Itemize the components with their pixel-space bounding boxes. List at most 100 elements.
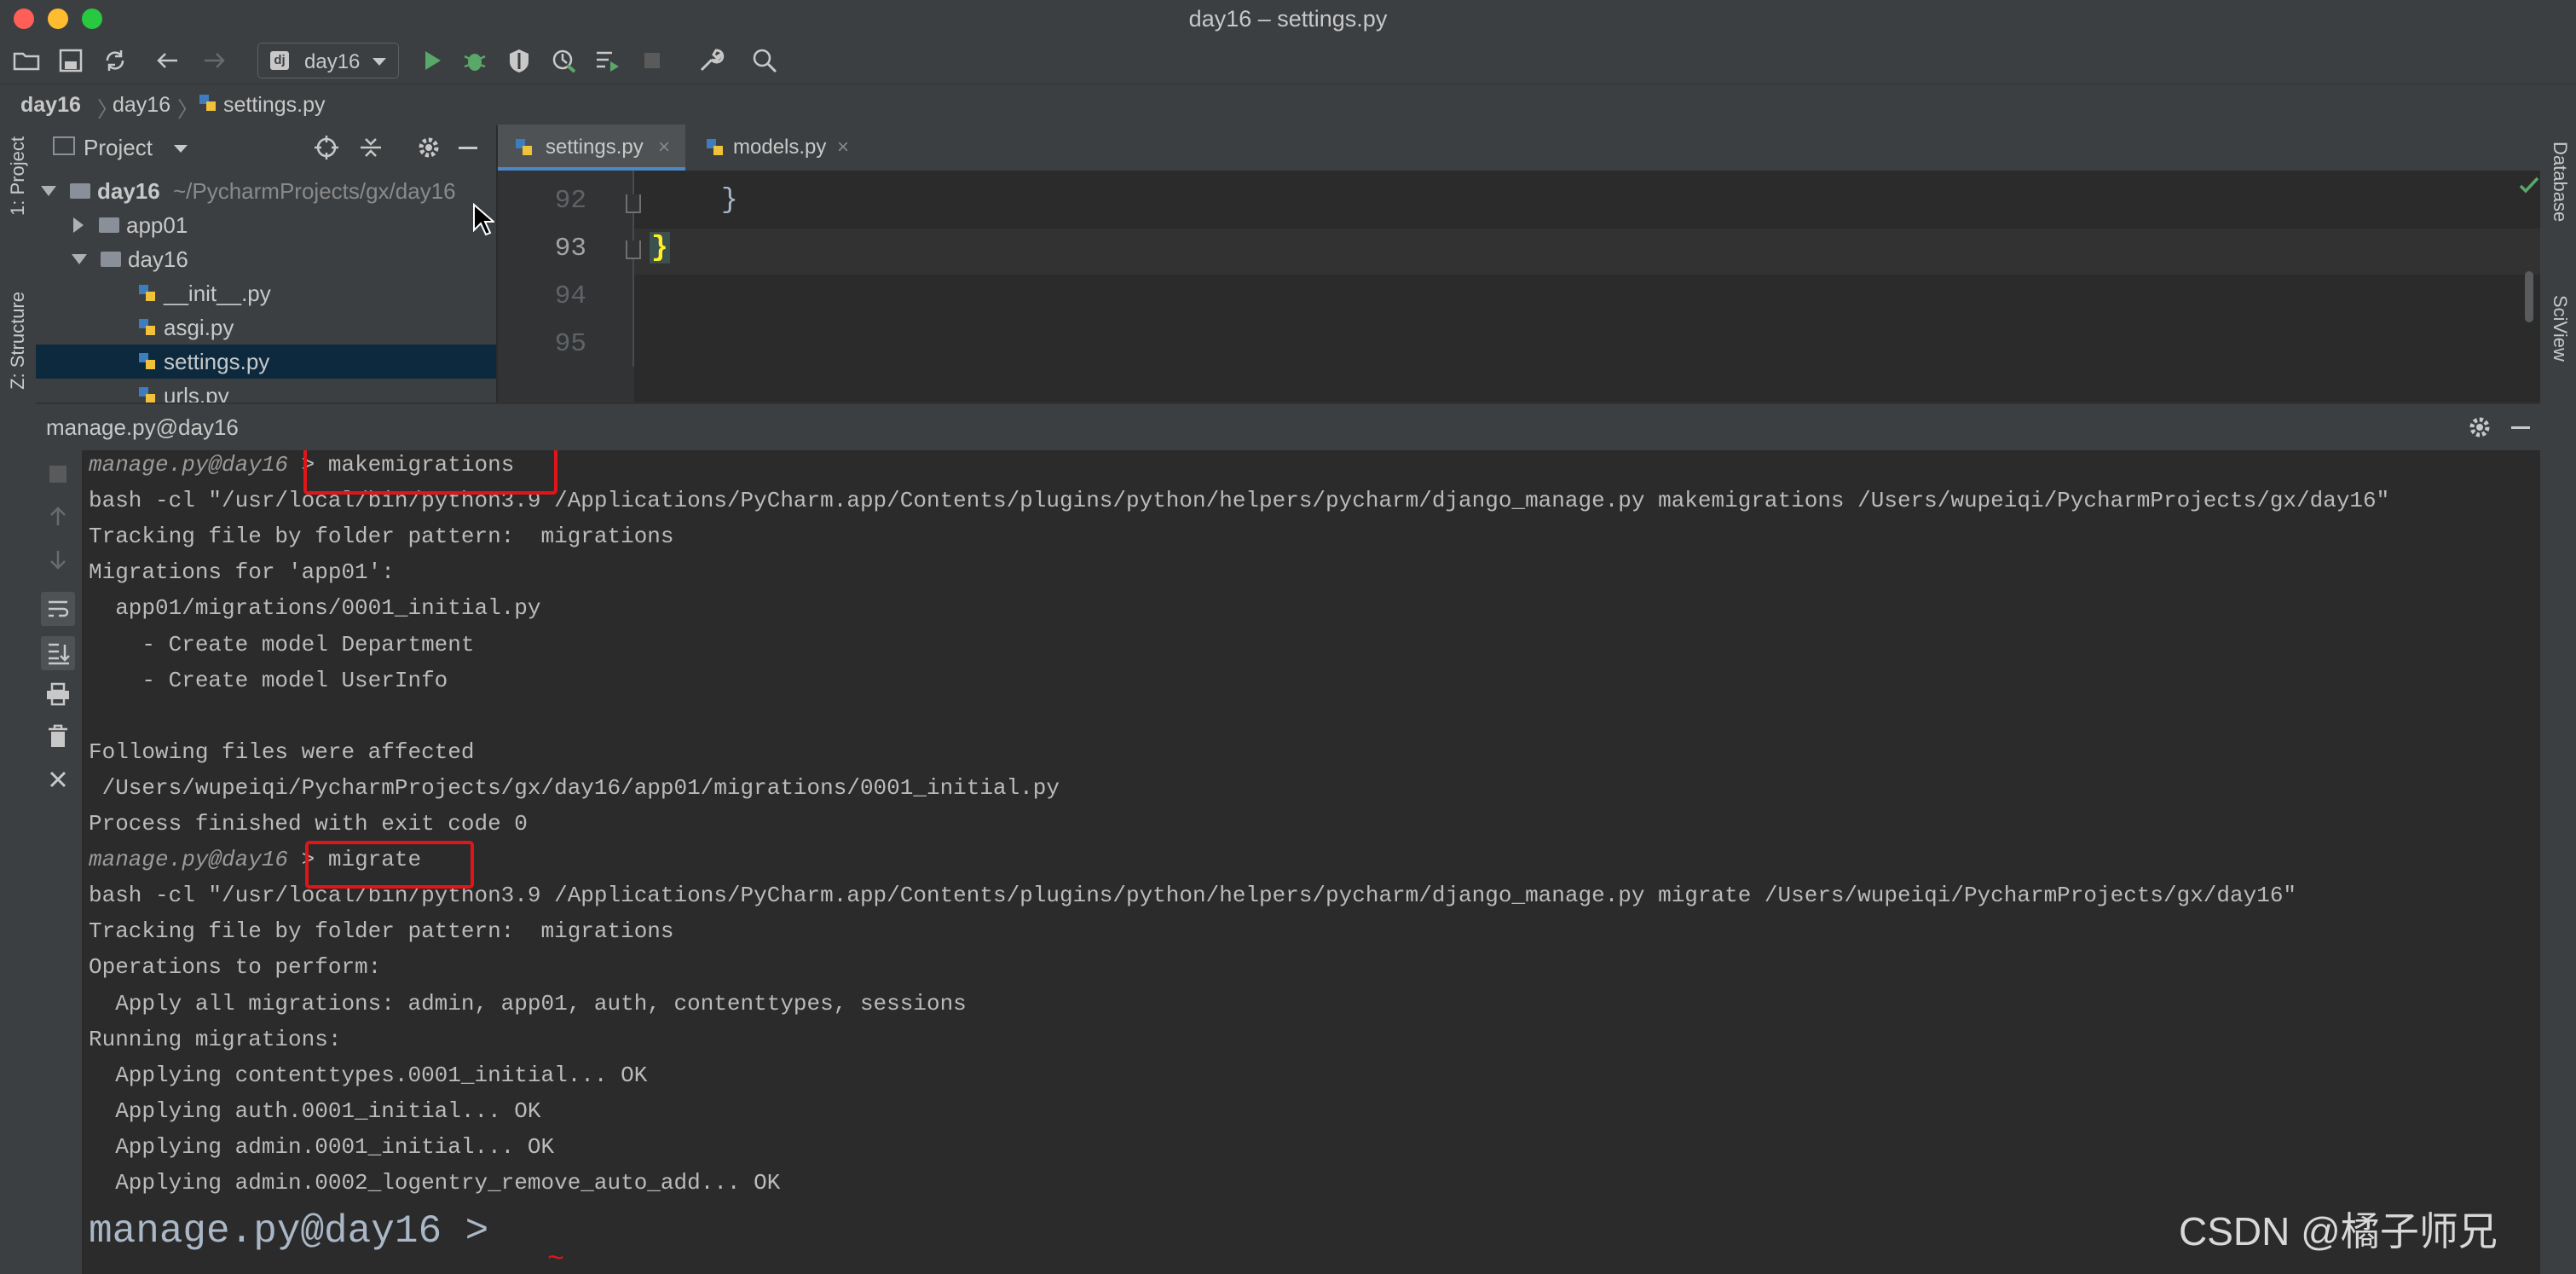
tree-item-asgi[interactable]: asgi.py (36, 310, 496, 345)
console-line: Applying auth.0001_initial... OK (89, 1098, 540, 1124)
watermark: CSDN @橘子师兄 (2179, 1209, 2498, 1254)
expand-arrow-icon[interactable] (73, 217, 84, 234)
console-text: - Create model UserInfo (89, 667, 448, 693)
console-line: Applying contenttypes.0001_initial... OK (89, 1063, 647, 1088)
debug-icon[interactable] (460, 46, 489, 75)
project-panel-title[interactable]: Project (84, 135, 153, 161)
breadcrumb-item[interactable]: day16 (20, 93, 81, 118)
back-arrow-icon[interactable] (153, 46, 182, 75)
locate-target-icon[interactable] (314, 135, 339, 165)
console-line: Operations to perform: (89, 954, 381, 980)
code-editor[interactable] (498, 171, 2540, 402)
gear-icon[interactable] (416, 135, 442, 165)
editor-tabs: settings.py × models.py × (498, 125, 2540, 171)
console-text: Apply all migrations: admin, app01, auth… (89, 990, 967, 1016)
run-panel-header: manage.py@day16 (36, 402, 2540, 452)
breadcrumb-item[interactable]: settings.py (223, 93, 326, 118)
console-text: Tracking file by folder pattern: migrati… (89, 524, 674, 550)
console-output[interactable]: manage.py@day16 > makemigrations bash -cl… (82, 450, 2540, 1274)
console-input-prompt[interactable]: manage.py@day16 > (89, 1209, 488, 1254)
run-with-concurrency-icon[interactable] (593, 46, 622, 75)
tab-label: settings.py (546, 136, 644, 159)
tab-settings[interactable]: settings.py × (498, 125, 685, 171)
console-text: Following files were affected (89, 738, 475, 765)
breadcrumb: day16 〉 day16 〉 settings.py (0, 84, 2576, 126)
structure-tool-tab[interactable]: Z: Structure (7, 292, 29, 390)
down-arrow-icon[interactable] (46, 547, 70, 576)
search-icon[interactable] (750, 46, 779, 75)
forward-arrow-icon[interactable] (199, 46, 228, 75)
run-configuration-label: day16 (304, 50, 361, 73)
sciview-tool-tab[interactable]: SciView (2549, 295, 2571, 362)
python-file-icon (139, 353, 155, 370)
fold-marker-icon[interactable] (626, 194, 641, 213)
console-line: /Users/wupeiqi/PycharmProjects/gx/day16/… (89, 775, 1060, 801)
expand-arrow-icon[interactable] (72, 254, 87, 265)
stop-icon[interactable] (638, 46, 667, 75)
current-line-highlight (498, 229, 2540, 275)
database-tool-tab[interactable]: Database (2549, 142, 2571, 222)
stop-icon[interactable] (49, 466, 66, 483)
code-line: } (650, 232, 670, 263)
run-toolbar (36, 450, 83, 1274)
run-icon[interactable] (418, 46, 447, 75)
save-icon[interactable] (56, 46, 85, 75)
scroll-to-end-icon[interactable] (41, 636, 75, 670)
expand-arrow-icon[interactable] (41, 186, 56, 197)
mouse-cursor-icon (472, 202, 496, 241)
profile-icon[interactable] (549, 46, 578, 75)
minimize-panel-icon[interactable] (459, 147, 477, 149)
close-tab-icon[interactable]: × (837, 125, 849, 171)
minimize-panel-icon[interactable] (2511, 426, 2530, 429)
gear-icon[interactable] (2467, 414, 2492, 444)
left-tool-strip: 1: Project Z: Structure (0, 125, 37, 1274)
tree-item-urls[interactable]: urls.py (36, 379, 496, 402)
window-title: day16 – settings.py (1188, 6, 1388, 32)
breadcrumb-item[interactable]: day16 (113, 93, 170, 118)
tree-item-root[interactable]: day16 ~/PycharmProjects/gx/day16 (36, 174, 496, 208)
folder-icon (99, 217, 119, 234)
tree-item-label: urls.py (164, 383, 229, 402)
project-panel-header: Project (36, 125, 496, 171)
line-number: 92 (554, 186, 586, 216)
fold-marker-icon[interactable] (626, 240, 641, 259)
editor-scrollbar[interactable] (2525, 271, 2533, 322)
python-file-icon (516, 139, 532, 155)
close-icon[interactable] (46, 767, 70, 796)
tree-item-settings[interactable]: settings.py (36, 345, 496, 379)
open-folder-icon[interactable] (12, 46, 41, 75)
tree-item-day16[interactable]: day16 (36, 242, 496, 276)
console-text: app01/migrations/0001_initial.py (89, 595, 541, 622)
console-text: Applying admin.0001_initial... OK (89, 1133, 555, 1160)
close-tab-icon[interactable]: × (658, 125, 670, 171)
print-icon[interactable] (44, 680, 72, 712)
right-tool-strip: Database SciView (2540, 125, 2576, 1274)
trash-icon[interactable] (46, 723, 70, 755)
up-arrow-icon[interactable] (46, 505, 70, 533)
django-icon: dj (270, 51, 289, 70)
tree-item-app01[interactable]: app01 (36, 208, 496, 242)
python-file-icon (198, 93, 218, 119)
python-file-icon (139, 285, 155, 302)
tab-models[interactable]: models.py × (702, 125, 873, 171)
chevron-down-icon[interactable] (174, 145, 188, 153)
console-line: - Create model Department (89, 632, 474, 657)
collapse-all-icon[interactable] (358, 135, 384, 165)
soft-wrap-icon[interactable] (41, 592, 75, 626)
code-line: } (721, 184, 738, 216)
project-tool-tab[interactable]: 1: Project (7, 136, 29, 216)
console-line: - Create model UserInfo (89, 668, 448, 693)
run-configuration-select[interactable]: dj day16 (257, 43, 399, 78)
console-text: Running migrations: (89, 1026, 342, 1052)
run-panel-title[interactable]: manage.py@day16 (46, 414, 239, 441)
console-line: Tracking file by folder pattern: migrati… (89, 524, 674, 549)
console-text: /Users/wupeiqi/PycharmProjects/gx/day16/… (89, 774, 1060, 801)
coverage-icon[interactable] (505, 46, 534, 75)
folder-icon (101, 252, 121, 268)
tree-item-init[interactable]: __init__.py (36, 276, 496, 310)
wrench-icon[interactable] (696, 46, 725, 75)
python-file-icon (139, 387, 155, 402)
line-number: 93 (554, 234, 586, 263)
tree-item-label: app01 (126, 212, 188, 238)
sync-icon[interactable] (101, 46, 130, 75)
